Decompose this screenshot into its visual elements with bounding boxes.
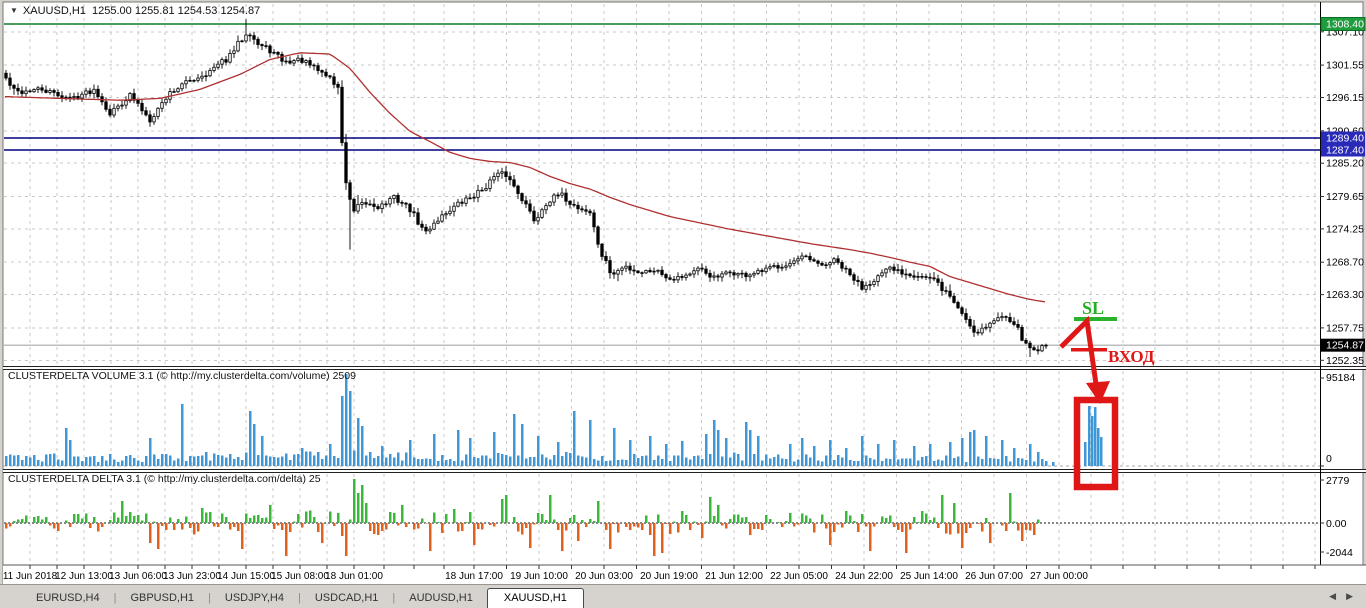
price-axis-label: 1301.55	[1326, 60, 1364, 72]
terminal-window: { "window": { "caret_icon": "▼", "symbol…	[0, 0, 1366, 608]
time-axis-label: 20 Jun 03:00	[575, 571, 633, 582]
price-badge: 1308.40	[1326, 19, 1364, 31]
stop-loss-label: SL	[1082, 298, 1104, 318]
tab-scroll-arrows: ◀ ▶	[1324, 591, 1358, 602]
tab-gbpusd-h1[interactable]: GBPUSD,H1	[116, 588, 208, 608]
time-axis-label: 21 Jun 12:00	[705, 571, 763, 582]
time-axis-label: 18 Jun 01:00	[325, 571, 383, 582]
time-axis-label: 26 Jun 07:00	[965, 571, 1023, 582]
time-axis-label: 12 Jun 13:00	[55, 571, 113, 582]
time-axis-label: 15 Jun 08:00	[271, 571, 329, 582]
price-badge: 1289.40	[1326, 133, 1364, 145]
indicator-axis-label: 0	[1326, 453, 1332, 465]
price-axis-label: 1296.15	[1326, 92, 1364, 104]
time-axis-label: 19 Jun 10:00	[510, 571, 568, 582]
price-axis-label: 1274.25	[1326, 223, 1364, 235]
entry-label: ВХОД	[1108, 347, 1155, 366]
scroll-left-icon[interactable]: ◀	[1324, 591, 1341, 601]
price-badge: 1287.40	[1326, 145, 1364, 157]
price-badge: 1254.87	[1326, 340, 1364, 352]
time-axis-label: 13 Jun 23:00	[163, 571, 221, 582]
price-axis-label: 1285.20	[1326, 158, 1364, 170]
time-axis-label: 22 Jun 05:00	[770, 571, 828, 582]
scroll-right-icon[interactable]: ▶	[1341, 591, 1358, 601]
chart-title: ▼ XAUUSD,H1 1255.00 1255.81 1254.53 1254.…	[10, 5, 260, 17]
tab-usdcad-h1[interactable]: USDCAD,H1	[301, 588, 393, 608]
price-axis-label: 1279.65	[1326, 191, 1364, 203]
tab-eurusd-h4[interactable]: EURUSD,H4	[22, 588, 114, 608]
chart-canvas[interactable]: 1307.101301.551296.151290.601285.201279.…	[0, 0, 1366, 584]
volume-indicator-label: CLUSTERDELTA VOLUME 3.1 (© http://my.clu…	[8, 370, 356, 382]
time-axis-label: 24 Jun 22:00	[835, 571, 893, 582]
chart-symbol-label: XAUUSD,H1	[22, 5, 86, 17]
price-axis-label: 1263.30	[1326, 289, 1364, 301]
tab-usdjpy-h4[interactable]: USDJPY,H4	[211, 588, 298, 608]
chart-caret-icon: ▼	[10, 6, 18, 15]
time-axis-label: 18 Jun 17:00	[445, 571, 503, 582]
chart-ohlc-values: 1255.00 1255.81 1254.53 1254.87	[92, 5, 261, 17]
time-axis-label: 13 Jun 06:00	[109, 571, 167, 582]
time-axis-label: 27 Jun 00:00	[1030, 571, 1088, 582]
indicator-axis-label: 0.00	[1326, 518, 1347, 530]
price-axis-label: 1252.35	[1326, 355, 1364, 367]
time-axis-label: 25 Jun 14:00	[900, 571, 958, 582]
time-axis-label: 14 Jun 15:00	[217, 571, 275, 582]
tab-xauusd-h1[interactable]: XAUUSD,H1	[486, 588, 584, 608]
price-axis-label: 1268.70	[1326, 257, 1364, 269]
time-axis-label: 20 Jun 19:00	[640, 571, 698, 582]
time-scale[interactable]: 11 Jun 201812 Jun 13:0013 Jun 06:0013 Ju…	[3, 564, 1366, 584]
delta-indicator-label: CLUSTERDELTA DELTA 3.1 (© http://my.clus…	[8, 473, 321, 485]
indicator-axis-label: 95184	[1326, 372, 1355, 384]
indicator-axis-label: 2779	[1326, 475, 1350, 487]
time-axis-label: 11 Jun 2018	[3, 571, 58, 582]
tab-audusd-h1[interactable]: AUDUSD,H1	[395, 588, 487, 608]
indicator-axis-label: -2044	[1326, 547, 1353, 559]
chart-tabs-bar: EURUSD,H4 | GBPUSD,H1 | USDJPY,H4 | USDCAD,H1 |…	[0, 584, 1366, 608]
price-axis-label: 1257.75	[1326, 322, 1364, 334]
